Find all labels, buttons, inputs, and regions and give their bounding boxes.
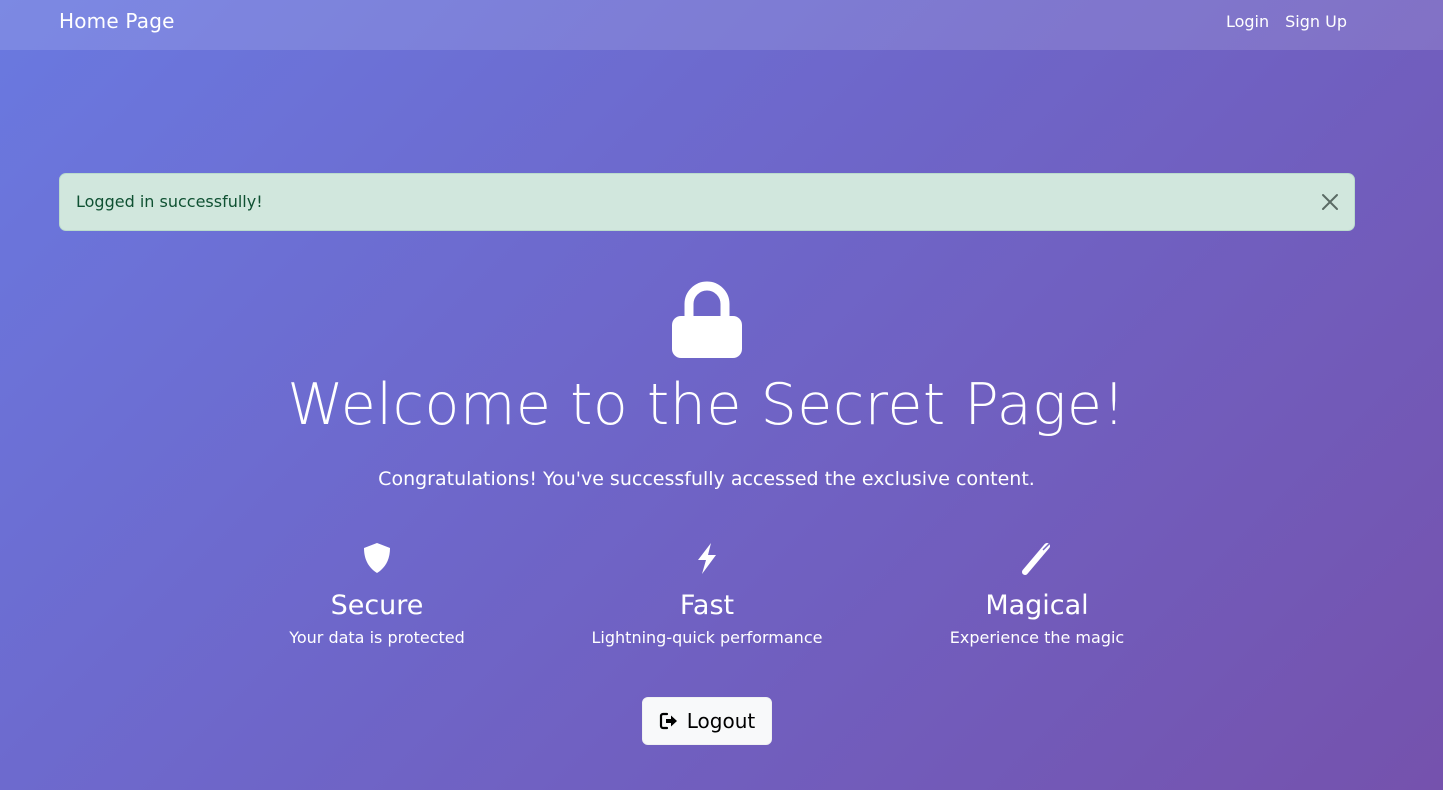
nav-login-link[interactable]: Login xyxy=(1226,12,1269,31)
logout-label: Logout xyxy=(686,709,756,733)
feature-description: Your data is protected xyxy=(289,628,465,647)
page-subtitle: Congratulations! You've successfully acc… xyxy=(378,468,1035,490)
navbar: Home Page Login Sign Up xyxy=(0,0,1443,50)
brand-link[interactable]: Home Page xyxy=(59,9,175,33)
lightning-icon xyxy=(689,540,725,576)
magic-wand-icon xyxy=(1019,540,1055,576)
feature-title: Secure xyxy=(330,590,424,621)
nav-signup-link[interactable]: Sign Up xyxy=(1285,12,1347,31)
lock-icon xyxy=(670,278,744,360)
feature-description: Experience the magic xyxy=(949,628,1125,647)
feature-description: Lightning-quick performance xyxy=(591,628,823,647)
feature-fast: Fast Lightning-quick performance xyxy=(567,540,847,647)
feature-title: Magical xyxy=(985,590,1089,621)
logout-button[interactable]: Logout xyxy=(642,697,772,745)
nav-links: Login Sign Up xyxy=(1226,12,1347,31)
logout-icon xyxy=(659,712,677,730)
shield-icon xyxy=(359,540,395,576)
alert-message: Logged in successfully! xyxy=(76,192,263,211)
feature-magical: Magical Experience the magic xyxy=(897,540,1177,647)
feature-title: Fast xyxy=(679,590,735,621)
close-icon[interactable] xyxy=(1320,192,1340,212)
success-alert: Logged in successfully! xyxy=(59,173,1355,231)
page-title: Welcome to the Secret Page! xyxy=(287,372,1126,438)
feature-secure: Secure Your data is protected xyxy=(237,540,517,647)
